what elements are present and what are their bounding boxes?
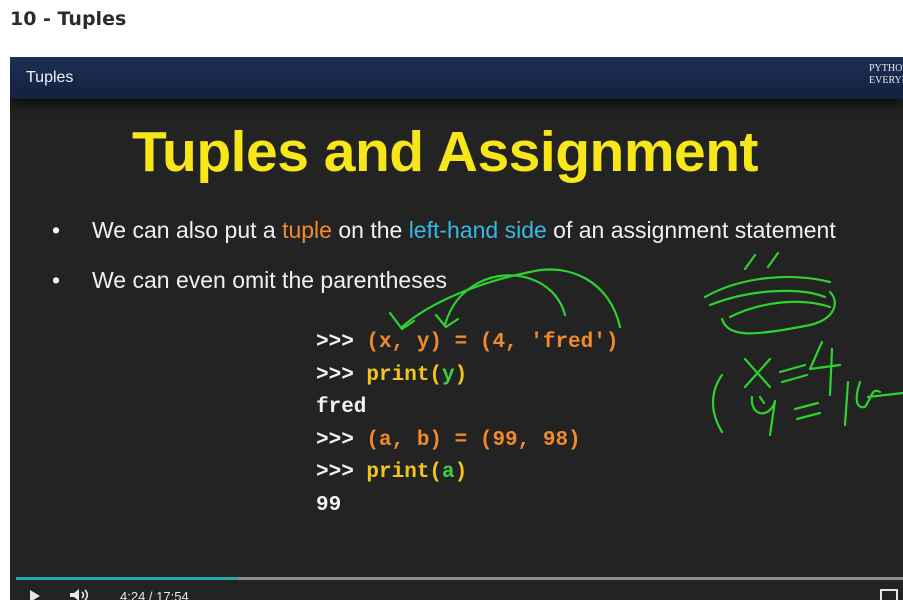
annotation-arrow-1	[400, 268, 622, 329]
fullscreen-icon[interactable]	[880, 589, 898, 600]
annotation-tuple-sketch	[720, 251, 836, 335]
page-title: 10 - Tuples	[10, 8, 127, 30]
annotation-x-eq-4	[743, 340, 842, 397]
annotation-cursor-mark	[758, 395, 766, 405]
annotation-scribble	[703, 275, 832, 319]
volume-icon[interactable]	[68, 587, 92, 600]
annotation-brace	[712, 373, 724, 434]
player-controls: 4:24 / 17:54	[10, 583, 903, 600]
time-display: 4:24 / 17:54	[120, 589, 189, 600]
play-icon[interactable]	[28, 588, 42, 600]
annotation-y-eq-fred	[750, 380, 903, 437]
video-player[interactable]: Tuples PYTHON FOR EVERYBODY Tuples and A…	[10, 57, 903, 600]
progress-bar-fill	[16, 577, 238, 580]
green-ink-annotations	[388, 251, 903, 437]
annotation-arrow-2	[443, 274, 567, 327]
